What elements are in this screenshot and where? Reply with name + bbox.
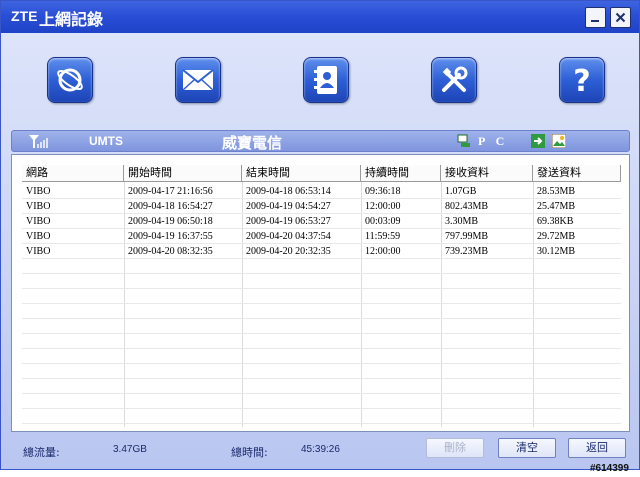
settings-button[interactable] (431, 57, 477, 103)
clear-button[interactable]: 清空 (498, 438, 556, 458)
internet-button[interactable] (47, 57, 93, 103)
signal-strength-icon (29, 135, 48, 148)
total-traffic-label: 總流量: (23, 446, 60, 459)
envelope-icon (182, 69, 214, 91)
cell-sent: 28.53MB (537, 186, 576, 197)
cell-duration: 12:00:00 (365, 201, 401, 212)
history-window: ZTE 上網記錄 ? UMTS 威寶電信 P C 網路 開始時間 結束時間 持續… (0, 0, 640, 470)
cell-sent: 30.12MB (537, 246, 576, 257)
cell-end-time: 2009-04-18 06:53:14 (246, 186, 331, 197)
header-end-time[interactable]: 結束時間 (242, 165, 361, 182)
footer: 總流量: 3.47GB 總時間: 45:39:26 刪除 清空 返回 (1, 432, 639, 469)
pc-icon (457, 134, 470, 147)
connection-mode: P C (478, 134, 509, 148)
cell-received: 739.23MB (445, 246, 489, 257)
cell-end-time: 2009-04-20 20:32:35 (246, 246, 331, 257)
cell-duration: 12:00:00 (365, 246, 401, 257)
cell-duration: 11:59:59 (365, 231, 401, 242)
table-row[interactable]: VIBO 2009-04-19 06:50:18 2009-04-19 06:5… (22, 214, 621, 229)
watermark-id: #614399 (590, 463, 629, 474)
cell-network: VIBO (26, 246, 51, 257)
table-row[interactable]: VIBO 2009-04-19 16:37:55 2009-04-20 04:3… (22, 229, 621, 244)
cell-network: VIBO (26, 201, 51, 212)
table-row[interactable]: VIBO 2009-04-17 21:16:56 2009-04-18 06:5… (22, 184, 621, 199)
close-button[interactable] (610, 7, 631, 28)
network-type: UMTS (89, 134, 123, 148)
cell-received: 1.07GB (445, 186, 477, 197)
minimize-icon (591, 20, 599, 22)
cell-received: 3.30MB (445, 216, 479, 227)
globe-icon (57, 68, 83, 92)
cell-end-time: 2009-04-19 04:54:27 (246, 201, 331, 212)
cell-end-time: 2009-04-19 06:53:27 (246, 216, 331, 227)
history-panel: 網路 開始時間 結束時間 持續時間 接收資料 發送資料 VIBO 2009-04… (11, 154, 630, 432)
cell-start-time: 2009-04-17 21:16:56 (128, 186, 213, 197)
back-button[interactable]: 返回 (568, 438, 626, 458)
cell-start-time: 2009-04-18 16:54:27 (128, 201, 213, 212)
picture-icon[interactable] (552, 134, 566, 148)
history-table: 網路 開始時間 結束時間 持續時間 接收資料 發送資料 VIBO 2009-04… (22, 165, 621, 427)
table-row[interactable]: VIBO 2009-04-20 08:32:35 2009-04-20 20:3… (22, 244, 621, 259)
help-icon: ? (573, 64, 590, 96)
cell-start-time: 2009-04-19 16:37:55 (128, 231, 213, 242)
window-title: 上網記錄 (39, 10, 104, 29)
table-header: 網路 開始時間 結束時間 持續時間 接收資料 發送資料 (22, 165, 621, 182)
help-button[interactable]: ? (559, 57, 605, 103)
delete-button[interactable]: 刪除 (426, 438, 484, 458)
cell-received: 797.99MB (445, 231, 489, 242)
header-start-time[interactable]: 開始時間 (124, 165, 242, 182)
tools-icon (442, 66, 468, 92)
phonebook-button[interactable] (303, 57, 349, 103)
minimize-button[interactable] (585, 7, 606, 28)
cell-start-time: 2009-04-19 06:50:18 (128, 216, 213, 227)
cell-received: 802.43MB (445, 201, 489, 212)
zte-logo: ZTE (11, 8, 38, 24)
exit-icon[interactable] (531, 134, 545, 148)
sms-button[interactable] (175, 57, 221, 103)
help-glyph: ? (573, 64, 590, 96)
total-time-value: 45:39:26 (301, 444, 340, 455)
title-bar: ZTE 上網記錄 (1, 1, 639, 33)
cell-duration: 09:36:18 (365, 186, 401, 197)
header-sent[interactable]: 發送資料 (533, 165, 621, 182)
header-network[interactable]: 網路 (22, 165, 124, 182)
carrier-name: 威寶電信 (222, 134, 283, 152)
status-bar: UMTS 威寶電信 P C (11, 130, 630, 152)
cell-sent: 25.47MB (537, 201, 576, 212)
cell-network: VIBO (26, 216, 51, 227)
cell-network: VIBO (26, 231, 51, 242)
total-traffic-value: 3.47GB (113, 444, 147, 455)
cell-network: VIBO (26, 186, 51, 197)
cell-end-time: 2009-04-20 04:37:54 (246, 231, 331, 242)
total-time-label: 總時間: (231, 446, 268, 459)
cell-duration: 00:03:09 (365, 216, 401, 227)
cell-sent: 29.72MB (537, 231, 576, 242)
cell-sent: 69.38KB (537, 216, 574, 227)
close-icon (615, 12, 626, 23)
address-book-icon (314, 66, 337, 94)
header-received[interactable]: 接收資料 (441, 165, 533, 182)
cell-start-time: 2009-04-20 08:32:35 (128, 246, 213, 257)
table-row[interactable]: VIBO 2009-04-18 16:54:27 2009-04-19 04:5… (22, 199, 621, 214)
header-duration[interactable]: 持續時間 (361, 165, 441, 182)
